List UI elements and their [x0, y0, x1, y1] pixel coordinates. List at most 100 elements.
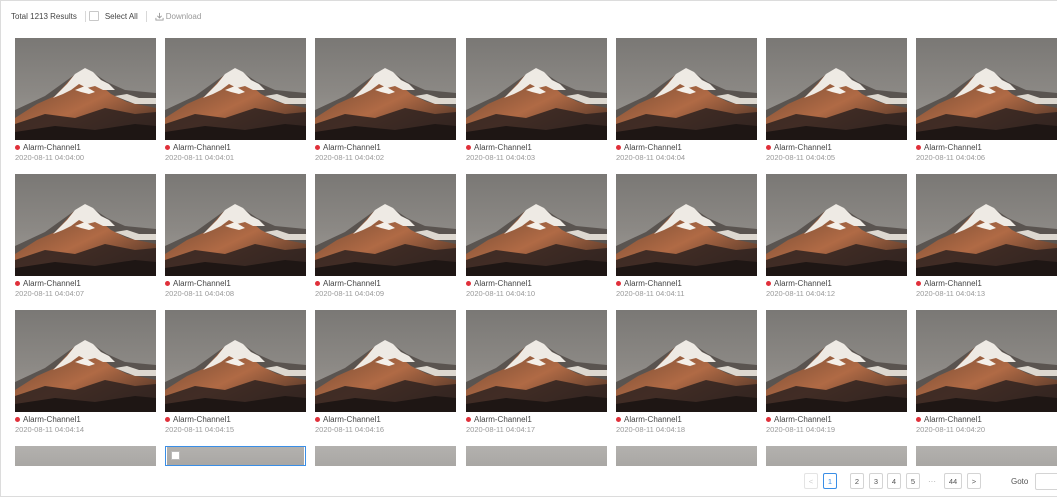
result-card[interactable]: Alarm-Channel1 2020-08-11 04:04:01 — [165, 38, 306, 164]
capture-time: 2020-08-11 04:04:09 — [315, 289, 385, 298]
snapshot-thumbnail[interactable] — [315, 310, 456, 412]
goto-page-input[interactable] — [1035, 473, 1057, 490]
capture-time: 2020-08-11 04:04:13 — [916, 289, 986, 298]
snapshot-thumbnail[interactable] — [165, 174, 306, 276]
snapshot-image — [916, 310, 1057, 412]
result-card-hovered[interactable] — [165, 446, 306, 466]
page-button-5[interactable]: 5 — [906, 473, 920, 489]
result-card[interactable]: Alarm-Channel1 2020-08-11 04:04:13 — [916, 174, 1057, 300]
snapshot-thumbnail[interactable] — [466, 174, 607, 276]
page-ellipsis[interactable]: ··· — [925, 473, 939, 489]
result-card[interactable]: Alarm-Channel1 2020-08-11 04:04:19 — [766, 310, 907, 436]
alarm-dot-icon — [916, 281, 921, 286]
snapshot-thumbnail[interactable] — [916, 38, 1057, 140]
snapshot-thumbnail[interactable] — [15, 174, 156, 276]
result-card[interactable]: Alarm-Channel1 2020-08-11 04:04:05 — [766, 38, 907, 164]
snapshot-thumbnail[interactable] — [466, 310, 607, 412]
result-card[interactable]: Alarm-Channel1 2020-08-11 04:04:16 — [315, 310, 456, 436]
snapshot-thumbnail[interactable] — [315, 174, 456, 276]
result-card[interactable]: Alarm-Channel1 2020-08-11 04:04:09 — [315, 174, 456, 300]
channel-name: Alarm-Channel1 — [774, 415, 832, 424]
snapshot-thumbnail[interactable] — [616, 174, 757, 276]
select-all-checkbox[interactable]: Select All — [88, 11, 138, 21]
result-card-partial[interactable] — [616, 446, 757, 466]
result-card[interactable]: Alarm-Channel1 2020-08-11 04:04:12 — [766, 174, 907, 300]
result-card-partial[interactable] — [466, 446, 607, 466]
capture-time: 2020-08-11 04:04:02 — [315, 153, 385, 162]
snapshot-thumbnail[interactable] — [15, 38, 156, 140]
snapshot-thumbnail[interactable] — [766, 38, 907, 140]
alarm-dot-icon — [766, 145, 771, 150]
result-card[interactable]: Alarm-Channel1 2020-08-11 04:04:14 — [15, 310, 156, 436]
channel-label: Alarm-Channel1 — [466, 143, 532, 152]
channel-label: Alarm-Channel1 — [616, 415, 682, 424]
channel-label: Alarm-Channel1 — [315, 143, 381, 152]
result-card[interactable]: Alarm-Channel1 2020-08-11 04:04:03 — [466, 38, 607, 164]
result-card[interactable]: Alarm-Channel1 2020-08-11 04:04:04 — [616, 38, 757, 164]
channel-name: Alarm-Channel1 — [624, 279, 682, 288]
capture-time: 2020-08-11 04:04:04 — [616, 153, 686, 162]
snapshot-image — [616, 310, 757, 412]
capture-time: 2020-08-11 04:04:19 — [766, 425, 836, 434]
alarm-dot-icon — [15, 145, 20, 150]
page-button-3[interactable]: 3 — [869, 473, 883, 489]
result-card[interactable]: Alarm-Channel1 2020-08-11 04:04:20 — [916, 310, 1057, 436]
card-select-checkbox[interactable] — [171, 451, 180, 460]
capture-time: 2020-08-11 04:04:16 — [315, 425, 385, 434]
snapshot-thumbnail[interactable] — [916, 174, 1057, 276]
page-button-4[interactable]: 4 — [887, 473, 901, 489]
result-card[interactable]: Alarm-Channel1 2020-08-11 04:04:17 — [466, 310, 607, 436]
result-card[interactable]: Alarm-Channel1 2020-08-11 04:04:06 — [916, 38, 1057, 164]
capture-time: 2020-08-11 04:04:18 — [616, 425, 686, 434]
channel-name: Alarm-Channel1 — [474, 279, 532, 288]
snapshot-image — [165, 174, 306, 276]
snapshot-thumbnail[interactable] — [15, 310, 156, 412]
snapshot-thumbnail[interactable] — [766, 174, 907, 276]
snapshot-thumbnail[interactable] — [616, 38, 757, 140]
capture-time: 2020-08-11 04:04:07 — [15, 289, 85, 298]
snapshot-thumbnail[interactable] — [165, 38, 306, 140]
channel-label: Alarm-Channel1 — [916, 415, 982, 424]
snapshot-image — [466, 38, 607, 140]
channel-name: Alarm-Channel1 — [624, 415, 682, 424]
snapshot-thumbnail[interactable] — [315, 38, 456, 140]
result-card[interactable]: Alarm-Channel1 2020-08-11 04:04:15 — [165, 310, 306, 436]
page-button-1[interactable]: 1 — [823, 473, 837, 489]
channel-label: Alarm-Channel1 — [165, 143, 231, 152]
channel-label: Alarm-Channel1 — [616, 143, 682, 152]
checkbox-box[interactable] — [88, 11, 99, 21]
download-button[interactable]: Download — [155, 12, 201, 21]
alarm-dot-icon — [616, 417, 621, 422]
result-card[interactable]: Alarm-Channel1 2020-08-11 04:04:07 — [15, 174, 156, 300]
snapshot-image — [916, 174, 1057, 276]
result-card[interactable]: Alarm-Channel1 2020-08-11 04:04:18 — [616, 310, 757, 436]
page-button-last[interactable]: 44 — [944, 473, 962, 489]
snapshot-thumbnail[interactable] — [766, 310, 907, 412]
result-card-partial[interactable] — [916, 446, 1057, 466]
result-card-partial[interactable] — [766, 446, 907, 466]
result-card[interactable]: Alarm-Channel1 2020-08-11 04:04:10 — [466, 174, 607, 300]
snapshot-thumbnail[interactable] — [466, 38, 607, 140]
alarm-dot-icon — [466, 417, 471, 422]
prev-page-button[interactable]: < — [804, 473, 818, 489]
result-card[interactable]: Alarm-Channel1 2020-08-11 04:04:00 — [15, 38, 156, 164]
snapshot-image — [466, 310, 607, 412]
channel-label: Alarm-Channel1 — [315, 279, 381, 288]
next-page-button[interactable]: > — [967, 473, 981, 489]
result-card[interactable]: Alarm-Channel1 2020-08-11 04:04:08 — [165, 174, 306, 300]
page-button-2[interactable]: 2 — [850, 473, 864, 489]
snapshot-thumbnail[interactable] — [165, 310, 306, 412]
result-card-partial[interactable] — [315, 446, 456, 466]
result-card[interactable]: Alarm-Channel1 2020-08-11 04:04:02 — [315, 38, 456, 164]
snapshot-thumbnail[interactable] — [916, 310, 1057, 412]
channel-label: Alarm-Channel1 — [916, 279, 982, 288]
channel-name: Alarm-Channel1 — [173, 279, 231, 288]
result-card[interactable]: Alarm-Channel1 2020-08-11 04:04:11 — [616, 174, 757, 300]
capture-time: 2020-08-11 04:04:17 — [466, 425, 536, 434]
alarm-dot-icon — [15, 281, 20, 286]
download-icon — [155, 12, 164, 21]
result-card-partial[interactable] — [15, 446, 156, 466]
snapshot-image — [766, 38, 907, 140]
goto-label: Goto — [1011, 477, 1029, 486]
snapshot-thumbnail[interactable] — [616, 310, 757, 412]
